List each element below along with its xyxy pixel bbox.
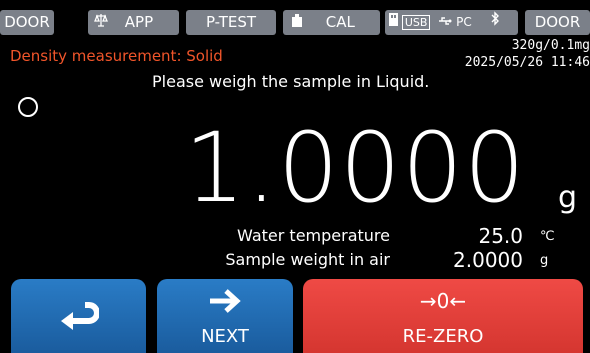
right-arrow-icon (157, 287, 293, 319)
app-button[interactable]: APP (88, 10, 179, 35)
usb-label: USB (401, 15, 431, 30)
interface-status: USB PC (385, 10, 518, 35)
sample-weight-air-value: 2.0000 (453, 248, 523, 272)
pc-label: PC (456, 15, 472, 29)
return-arrow-icon (11, 301, 146, 339)
rezero-button[interactable]: →0← RE-ZERO (303, 279, 583, 353)
sample-weight-air-label: Sample weight in air (225, 250, 390, 269)
back-button[interactable] (11, 279, 146, 353)
weight-icon (291, 10, 303, 35)
top-toolbar: DOOR APP P-TEST CAL USB PC DOOR (0, 0, 590, 36)
rezero-label: RE-ZERO (402, 326, 484, 347)
usb-memory-icon (389, 10, 398, 35)
rezero-icon: →0← (419, 289, 467, 313)
door-left-label: DOOR (4, 13, 50, 31)
app-label: APP (124, 13, 154, 31)
door-left-button[interactable]: DOOR (0, 10, 54, 35)
bluetooth-icon (490, 10, 500, 35)
door-right-button[interactable]: DOOR (525, 10, 590, 35)
weight-value: 1.0000 (184, 112, 526, 224)
weight-unit: g (558, 180, 578, 215)
date-time: 2025/05/26 11:46 (464, 55, 590, 70)
water-temperature-unit: ℃ (540, 229, 555, 244)
sample-weight-air-unit: g (540, 253, 549, 268)
balance-icon (94, 10, 108, 35)
water-temperature-label: Water temperature (237, 226, 390, 245)
door-right-label: DOOR (534, 13, 581, 31)
ptest-label: P-TEST (205, 13, 257, 31)
stability-indicator-icon (18, 97, 38, 117)
instruction-text: Please weigh the sample in Liquid. (152, 72, 430, 91)
cal-label: CAL (325, 13, 355, 31)
capacity-readout: 320g/0.1mg (511, 38, 590, 53)
usb-connection-icon (438, 10, 452, 35)
next-button[interactable]: NEXT (157, 279, 293, 353)
measurement-mode: Density measurement: Solid (10, 47, 223, 65)
ptest-button[interactable]: P-TEST (186, 10, 276, 35)
cal-button[interactable]: CAL (283, 10, 380, 35)
water-temperature-value: 25.0 (478, 224, 523, 248)
next-label: NEXT (201, 326, 249, 347)
